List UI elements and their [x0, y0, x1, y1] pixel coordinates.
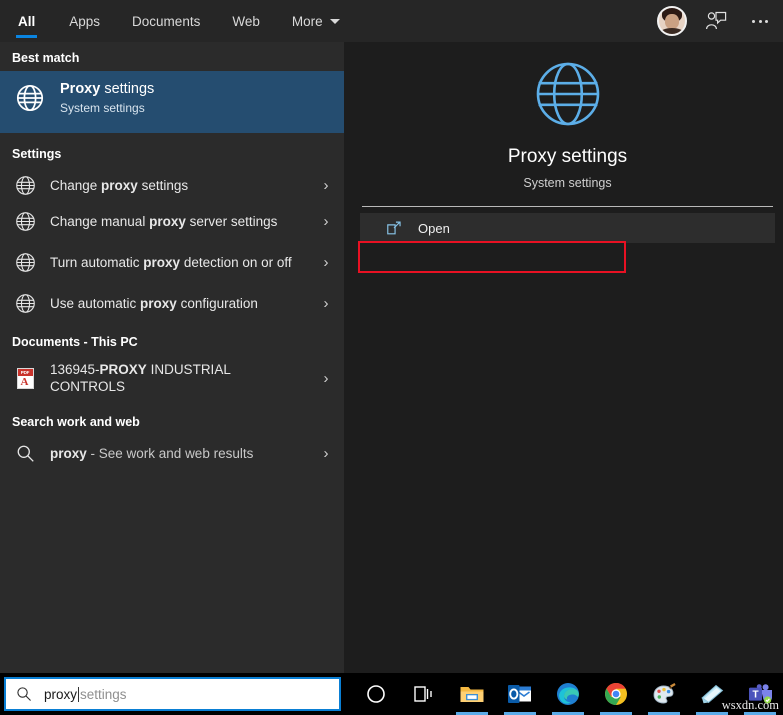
group-header-documents: Documents - This PC: [12, 335, 138, 349]
result-change-proxy-settings[interactable]: Change proxy settings ›: [0, 167, 344, 203]
globe-icon: [14, 82, 46, 114]
pdf-letter: A: [20, 375, 29, 388]
chevron-right-icon[interactable]: ›: [318, 213, 334, 230]
best-match-title: Proxy settings: [60, 81, 155, 97]
result-turn-automatic-proxy-detection[interactable]: Turn automatic proxy detection on or off…: [0, 239, 344, 285]
result-use-automatic-proxy-configuration[interactable]: Use automatic proxy configuration ›: [0, 285, 344, 321]
taskbar-app-buttons: T: [352, 673, 783, 715]
tab-documents[interactable]: Documents: [116, 0, 216, 42]
pdf-file-icon-glyph: PDF A: [16, 367, 34, 389]
chevron-down-icon: [329, 18, 340, 24]
tab-more[interactable]: More: [276, 0, 356, 42]
search-filter-tabbar: All Apps Documents Web More: [0, 0, 783, 42]
open-external-icon: [382, 220, 406, 236]
paint-icon[interactable]: [640, 673, 688, 715]
result-change-manual-proxy-server-settings[interactable]: Change manual proxy server settings ›: [0, 203, 344, 239]
watermark-text: wsxdn.com: [721, 698, 779, 712]
feedback-icon[interactable]: [701, 6, 731, 36]
avatar-body: [660, 28, 684, 34]
cortana-icon[interactable]: [352, 673, 400, 715]
open-button-label: Open: [418, 220, 450, 236]
preview-pane: Proxy settings System settings Open: [352, 42, 783, 673]
result-document-136945-proxy-industrial-controls[interactable]: PDF A 136945-PROXY INDUSTRIAL CONTROLS ›: [0, 355, 344, 401]
avatar-face: [665, 14, 679, 29]
text-cursor: [78, 686, 80, 702]
pdf-band: PDF: [17, 368, 33, 376]
open-button[interactable]: Open: [360, 213, 775, 243]
tab-more-label: More: [291, 13, 323, 29]
microsoft-edge-icon[interactable]: [544, 673, 592, 715]
chevron-right-icon[interactable]: ›: [318, 445, 334, 462]
ellipsis-dots: [752, 19, 768, 23]
result-label: Change manual proxy server settings: [50, 213, 278, 229]
globe-icon: [12, 172, 38, 198]
tab-documents-label: Documents: [132, 13, 201, 29]
avatar[interactable]: [657, 6, 687, 36]
search-input[interactable]: proxy settings: [4, 677, 341, 711]
globe-icon-large: [352, 58, 783, 130]
group-header-settings: Settings: [12, 147, 62, 161]
chevron-right-icon[interactable]: ›: [318, 254, 334, 271]
group-header-best-match: Best match: [12, 51, 80, 65]
tabbar-right-controls: [657, 0, 775, 42]
result-label: proxy - See work and web results: [50, 445, 254, 461]
best-match-subtitle: System settings: [60, 101, 145, 115]
chevron-right-icon[interactable]: ›: [318, 370, 334, 387]
result-label: 136945-PROXY INDUSTRIAL CONTROLS: [50, 362, 231, 394]
result-label: Change proxy settings: [50, 177, 189, 193]
task-view-icon[interactable]: [400, 673, 448, 715]
chevron-right-icon[interactable]: ›: [318, 295, 334, 312]
preview-header: Proxy settings System settings: [352, 42, 783, 190]
search-typed-value: proxy: [44, 686, 78, 702]
tab-web-label: Web: [232, 13, 260, 29]
globe-icon: [12, 208, 38, 234]
file-explorer-icon[interactable]: [448, 673, 496, 715]
tab-apps[interactable]: Apps: [53, 0, 116, 42]
chevron-right-icon[interactable]: ›: [318, 177, 334, 194]
tab-apps-label: Apps: [69, 13, 101, 29]
result-web-search-proxy[interactable]: proxy - See work and web results ›: [0, 435, 344, 471]
search-icon: [16, 686, 32, 702]
result-label: Turn automatic proxy detection on or off: [50, 254, 292, 270]
taskbar: proxy settings T wsxdn.com: [0, 673, 783, 715]
result-label: Use automatic proxy configuration: [50, 295, 258, 311]
group-header-search-work-and-web: Search work and web: [12, 415, 140, 429]
tab-web[interactable]: Web: [216, 0, 276, 42]
preview-title: Proxy settings: [507, 146, 628, 167]
tab-all-label: All: [18, 13, 36, 29]
search-input-text: proxy settings: [44, 686, 127, 702]
pdf-file-icon: PDF A: [12, 365, 38, 391]
preview-subtitle: System settings: [523, 176, 612, 190]
search-results-list[interactable]: Best match Proxy settings System setting…: [0, 42, 344, 673]
search-flyout-screen: All Apps Documents Web More Best match P…: [0, 0, 783, 715]
more-options-icon[interactable]: [745, 6, 775, 36]
search-suggestion-suffix: settings: [80, 686, 127, 702]
google-chrome-icon[interactable]: [592, 673, 640, 715]
best-match-result-proxy-settings[interactable]: Proxy settings System settings: [0, 71, 344, 133]
globe-icon: [12, 249, 38, 275]
tab-all[interactable]: All: [0, 0, 53, 42]
preview-actions: Open: [352, 207, 783, 243]
windows-search-flyout: All Apps Documents Web More Best match P…: [0, 0, 783, 673]
outlook-icon[interactable]: [496, 673, 544, 715]
globe-icon: [12, 290, 38, 316]
search-icon: [12, 440, 38, 466]
